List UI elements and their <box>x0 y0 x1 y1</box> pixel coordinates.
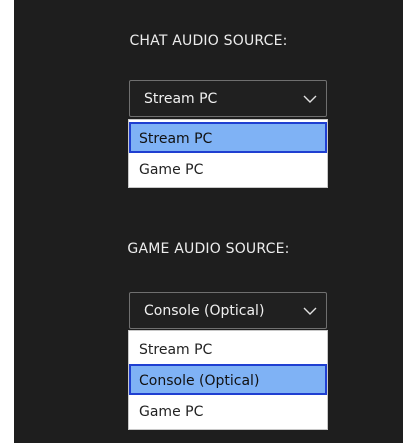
chat-option-game-pc[interactable]: Game PC <box>129 153 327 184</box>
game-audio-source-select[interactable]: Console (Optical) <box>129 292 327 329</box>
audio-settings-panel: CHAT AUDIO SOURCE: Stream PC Stream PC G… <box>14 0 403 443</box>
game-option-console-optical[interactable]: Console (Optical) <box>129 364 327 395</box>
chevron-down-icon <box>303 307 317 315</box>
chat-option-stream-pc[interactable]: Stream PC <box>129 122 327 153</box>
game-option-stream-pc[interactable]: Stream PC <box>129 333 327 364</box>
chat-audio-source-select[interactable]: Stream PC <box>129 80 327 117</box>
game-audio-source-label: GAME AUDIO SOURCE: <box>127 241 290 257</box>
chevron-down-icon <box>303 95 317 103</box>
game-option-game-pc[interactable]: Game PC <box>129 395 327 426</box>
chat-audio-source-listbox: Stream PC Game PC <box>128 119 328 188</box>
game-audio-source-listbox: Stream PC Console (Optical) Game PC <box>128 330 328 430</box>
chat-audio-source-value: Stream PC <box>144 90 218 107</box>
chat-audio-source-label: CHAT AUDIO SOURCE: <box>129 33 288 49</box>
game-audio-source-value: Console (Optical) <box>144 302 265 319</box>
